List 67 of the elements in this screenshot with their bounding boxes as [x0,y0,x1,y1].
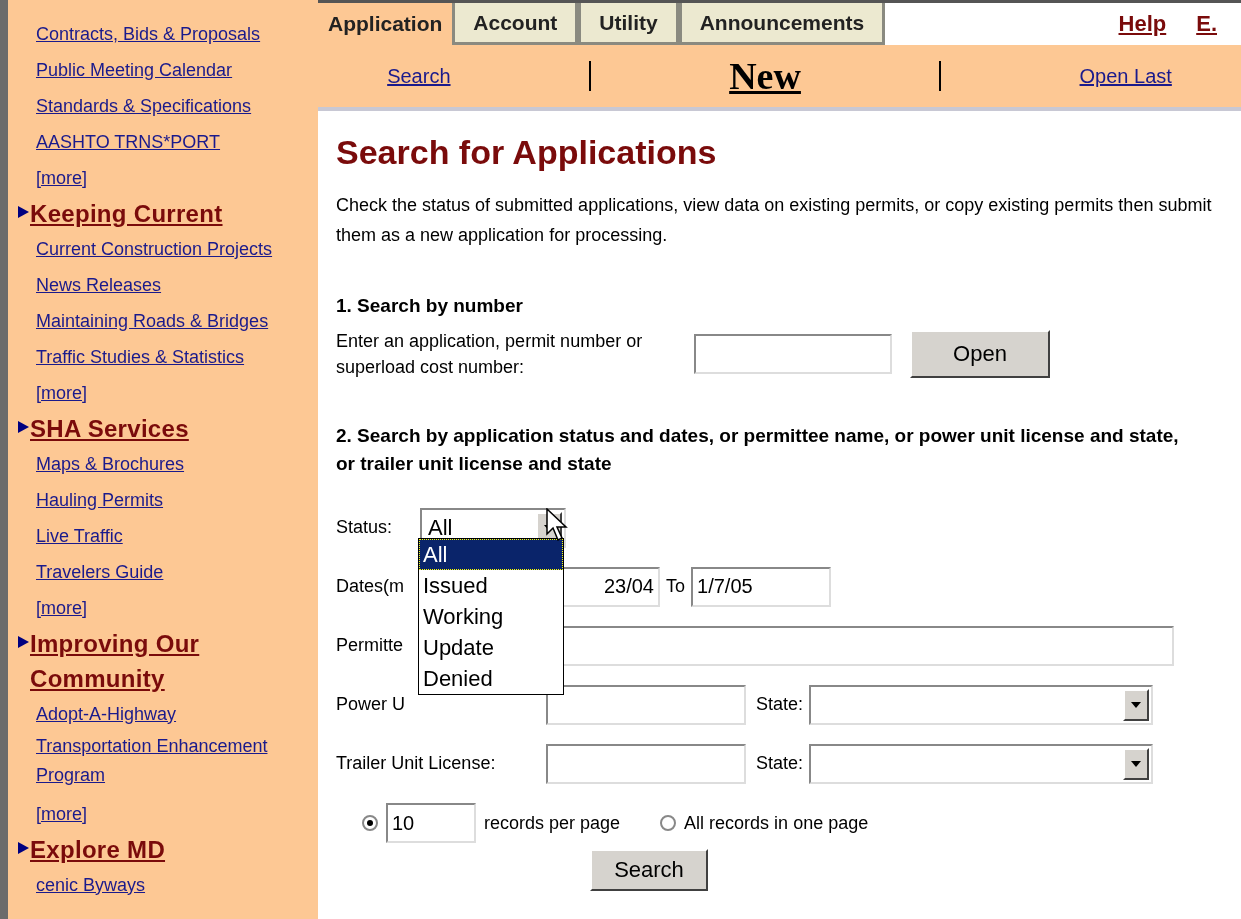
radio-label: All records in one page [684,812,869,834]
sidebar-link[interactable]: AASHTO TRNS*PORT [36,131,221,153]
sidebar-link[interactable]: Adopt-A-Highway [36,703,177,725]
section-link[interactable]: Keeping Current [30,196,223,231]
count-field[interactable]: 10 [386,803,476,843]
dropdown-option[interactable]: Update [419,632,563,663]
triangle-icon [18,206,29,218]
triangle-icon [18,421,29,433]
state-select[interactable] [809,684,1154,725]
radio-button[interactable] [660,815,677,831]
section-heading: 1. Search by number [336,294,524,318]
subnav-link[interactable]: Search [387,64,451,88]
subnav-link[interactable]: New [729,54,801,98]
triangle-icon [18,636,29,648]
tab[interactable]: Utility [578,3,679,45]
search-button[interactable]: Search [590,849,708,891]
tab[interactable]: Announcements [678,3,886,45]
sidebar-link[interactable]: Maintaining Roads & Bridges [36,310,269,332]
header-link[interactable]: E. [1196,11,1217,37]
triangle-icon [18,842,29,854]
field-label: Permitte [336,635,404,656]
sidebar-link[interactable]: Public Meeting Calendar [36,59,233,81]
subnav-link[interactable]: Open Last [1079,64,1172,88]
dropdown-option[interactable]: Denied [419,663,563,694]
field-label: Power U [336,694,406,715]
number-field[interactable] [694,334,892,374]
header-link[interactable]: Help [1118,11,1167,37]
sidebar-link[interactable]: Live Traffic [36,525,123,547]
sidebar-link[interactable]: Hauling Permits [36,489,164,511]
sidebar-link[interactable]: Travelers Guide [36,561,164,583]
sidebar-link[interactable]: [more] [36,382,87,404]
tab[interactable]: Application [318,3,453,45]
state-select[interactable] [809,743,1154,784]
sidebar-link[interactable]: [more] [36,167,87,189]
field-label: To [666,576,685,597]
tab[interactable]: Account [452,3,579,45]
sidebar-link[interactable]: Contracts, Bids & Proposals [36,23,261,45]
intro-text: Check the status of submitted applications, view data on existing permits, or copy existing permits then submit them as a new application for processing. [336,194,1213,247]
license-field[interactable] [546,743,746,784]
field-label: State: [756,753,804,774]
field-label: Status: [336,517,394,538]
sidebar-link[interactable]: Current Construction Projects [36,238,273,260]
sidebar-link[interactable]: News Releases [36,274,162,296]
radio-button[interactable] [362,815,378,831]
sidebar-link[interactable]: Transportation Enhancement Program [36,732,306,790]
section-link[interactable]: Improving Our Community [30,626,308,696]
field-label: State: [756,694,804,715]
dropdown-option[interactable]: All [419,539,563,570]
section-link[interactable]: SHA Services [30,411,189,446]
sidebar-link[interactable]: [more] [36,803,87,825]
page-title: Search for Applications [336,133,718,172]
section-link[interactable]: Explore MD [30,832,166,867]
radio-label: records per page [484,812,621,834]
field-label: Trailer Unit License: [336,753,496,774]
separator [939,61,942,91]
license-field[interactable] [546,684,746,725]
sidebar-link[interactable]: Traffic Studies & Statistics [36,346,245,368]
sidebar-link[interactable]: cenic Byways [36,874,146,896]
field-label: Dates(m [336,576,404,597]
section-heading: 2. Search by application status and dates, or permittee name, or power unit license and state, or trailer unit license and state [336,424,1180,476]
to-date-field[interactable]: 1/7/05 [691,566,831,607]
separator [588,61,591,91]
sidebar-link[interactable]: [more] [36,597,87,619]
open-button[interactable]: Open [910,330,1050,378]
sidebar-link[interactable]: Maps & Brochures [36,453,185,475]
sidebar-link[interactable]: Standards & Specifications [36,95,252,117]
field-label: Enter an application, permit number or superload cost number: [336,330,644,379]
